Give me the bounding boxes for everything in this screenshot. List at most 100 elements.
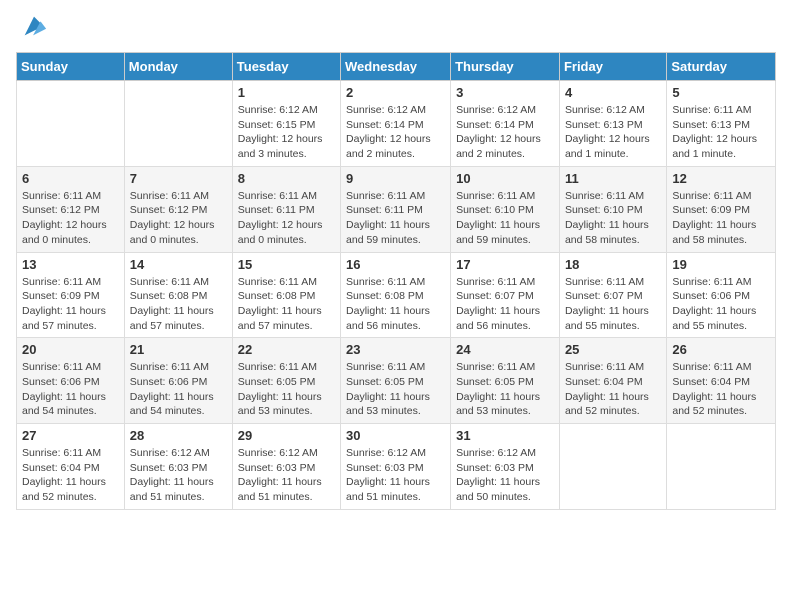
calendar-week-row: 27 Sunrise: 6:11 AMSunset: 6:04 PMDayligh… (17, 424, 776, 510)
calendar-cell (667, 424, 776, 510)
calendar-cell: 11 Sunrise: 6:11 AMSunset: 6:10 PMDayligh… (559, 166, 666, 252)
day-info: Sunrise: 6:11 AMSunset: 6:05 PMDaylight:… (456, 360, 554, 419)
day-info: Sunrise: 6:11 AMSunset: 6:04 PMDaylight:… (565, 360, 661, 419)
calendar-cell: 9 Sunrise: 6:11 AMSunset: 6:11 PMDaylight… (341, 166, 451, 252)
day-info: Sunrise: 6:11 AMSunset: 6:11 PMDaylight:… (346, 189, 445, 248)
header-sunday: Sunday (17, 53, 125, 81)
day-number: 11 (565, 171, 661, 186)
day-info: Sunrise: 6:11 AMSunset: 6:10 PMDaylight:… (456, 189, 554, 248)
day-info: Sunrise: 6:12 AMSunset: 6:14 PMDaylight:… (346, 103, 445, 162)
day-info: Sunrise: 6:11 AMSunset: 6:10 PMDaylight:… (565, 189, 661, 248)
day-number: 20 (22, 342, 119, 357)
calendar-cell: 13 Sunrise: 6:11 AMSunset: 6:09 PMDayligh… (17, 252, 125, 338)
header-wednesday: Wednesday (341, 53, 451, 81)
day-number: 26 (672, 342, 770, 357)
day-info: Sunrise: 6:11 AMSunset: 6:07 PMDaylight:… (456, 275, 554, 334)
day-info: Sunrise: 6:11 AMSunset: 6:09 PMDaylight:… (22, 275, 119, 334)
calendar-cell: 17 Sunrise: 6:11 AMSunset: 6:07 PMDayligh… (451, 252, 560, 338)
day-number: 4 (565, 85, 661, 100)
header-saturday: Saturday (667, 53, 776, 81)
day-info: Sunrise: 6:12 AMSunset: 6:13 PMDaylight:… (565, 103, 661, 162)
day-info: Sunrise: 6:12 AMSunset: 6:03 PMDaylight:… (456, 446, 554, 505)
day-number: 2 (346, 85, 445, 100)
calendar-cell: 20Sunrise: 6:11 AMSunset: 6:06 PMDayligh… (17, 338, 125, 424)
day-number: 30 (346, 428, 445, 443)
calendar-cell: 15 Sunrise: 6:11 AMSunset: 6:08 PMDayligh… (232, 252, 340, 338)
day-info: Sunrise: 6:11 AMSunset: 6:06 PMDaylight:… (130, 360, 227, 419)
day-info: Sunrise: 6:11 AMSunset: 6:11 PMDaylight:… (238, 189, 335, 248)
calendar-week-row: 20 Sunrise: 6:11 AMSunset: 6:06 PMDayligh… (17, 338, 776, 424)
day-number: 27 (22, 428, 119, 443)
calendar-cell: 29 Sunrise: 6:12 AMSunset: 6:03 PMDayligh… (232, 424, 340, 510)
calendar-cell: 3Sunrise: 6:12 AMSunset: 6:14 PMDaylight… (451, 81, 560, 167)
day-info: Sunrise: 6:12 AMSunset: 6:15 PMDaylight:… (238, 103, 335, 162)
day-info: Sunrise: 6:12 AMSunset: 6:03 PMDaylight:… (130, 446, 227, 505)
header-thursday: Thursday (451, 53, 560, 81)
day-number: 1 (238, 85, 335, 100)
calendar-table: SundayMondayTuesdayWednesdayThursdayFrid… (16, 52, 776, 510)
logo-icon (20, 12, 48, 40)
calendar-cell: 22 Sunrise: 6:11 AMSunset: 6:05 PMDayligh… (232, 338, 340, 424)
day-info: Sunrise: 6:12 AMSunset: 6:03 PMDaylight:… (346, 446, 445, 505)
calendar-week-row: 6Sunrise: 6:11 AMSunset: 6:12 PMDaylight… (17, 166, 776, 252)
day-number: 29 (238, 428, 335, 443)
day-number: 23 (346, 342, 445, 357)
day-number: 28 (130, 428, 227, 443)
day-number: 22 (238, 342, 335, 357)
day-number: 10 (456, 171, 554, 186)
calendar-cell: 30 Sunrise: 6:12 AMSunset: 6:03 PMDayligh… (341, 424, 451, 510)
day-info: Sunrise: 6:11 AMSunset: 6:06 PMDaylight:… (672, 275, 770, 334)
calendar-cell: 10 Sunrise: 6:11 AMSunset: 6:10 PMDayligh… (451, 166, 560, 252)
page-header (16, 16, 776, 40)
calendar-cell (17, 81, 125, 167)
calendar-week-row: 1 Sunrise: 6:12 AMSunset: 6:15 PMDaylight… (17, 81, 776, 167)
day-info: Sunrise: 6:11 AMSunset: 6:04 PMDaylight:… (672, 360, 770, 419)
calendar-cell: 27 Sunrise: 6:11 AMSunset: 6:04 PMDayligh… (17, 424, 125, 510)
calendar-cell: 8Sunrise: 6:11 AMSunset: 6:11 PMDaylight… (232, 166, 340, 252)
day-number: 13 (22, 257, 119, 272)
header-monday: Monday (124, 53, 232, 81)
calendar-cell: 18 Sunrise: 6:11 AMSunset: 6:07 PMDayligh… (559, 252, 666, 338)
calendar-cell: 28 Sunrise: 6:12 AMSunset: 6:03 PMDayligh… (124, 424, 232, 510)
day-number: 9 (346, 171, 445, 186)
calendar-cell: 31Sunrise: 6:12 AMSunset: 6:03 PMDayligh… (451, 424, 560, 510)
calendar-cell: 14 Sunrise: 6:11 AMSunset: 6:08 PMDayligh… (124, 252, 232, 338)
calendar-cell (124, 81, 232, 167)
calendar-cell: 16 Sunrise: 6:11 AMSunset: 6:08 PMDayligh… (341, 252, 451, 338)
day-info: Sunrise: 6:11 AMSunset: 6:04 PMDaylight:… (22, 446, 119, 505)
calendar-cell: 2 Sunrise: 6:12 AMSunset: 6:14 PMDaylight… (341, 81, 451, 167)
calendar-cell: 23Sunrise: 6:11 AMSunset: 6:05 PMDayligh… (341, 338, 451, 424)
calendar-week-row: 13 Sunrise: 6:11 AMSunset: 6:09 PMDayligh… (17, 252, 776, 338)
logo (16, 16, 48, 40)
day-info: Sunrise: 6:11 AMSunset: 6:08 PMDaylight:… (238, 275, 335, 334)
calendar-cell: 21Sunrise: 6:11 AMSunset: 6:06 PMDayligh… (124, 338, 232, 424)
calendar-cell (559, 424, 666, 510)
day-number: 16 (346, 257, 445, 272)
day-info: Sunrise: 6:11 AMSunset: 6:12 PMDaylight:… (130, 189, 227, 248)
day-info: Sunrise: 6:11 AMSunset: 6:13 PMDaylight:… (672, 103, 770, 162)
day-number: 15 (238, 257, 335, 272)
calendar-cell: 25Sunrise: 6:11 AMSunset: 6:04 PMDayligh… (559, 338, 666, 424)
day-info: Sunrise: 6:11 AMSunset: 6:12 PMDaylight:… (22, 189, 119, 248)
day-info: Sunrise: 6:11 AMSunset: 6:08 PMDaylight:… (130, 275, 227, 334)
day-info: Sunrise: 6:11 AMSunset: 6:08 PMDaylight:… (346, 275, 445, 334)
day-info: Sunrise: 6:12 AMSunset: 6:03 PMDaylight:… (238, 446, 335, 505)
day-number: 17 (456, 257, 554, 272)
calendar-cell: 24 Sunrise: 6:11 AMSunset: 6:05 PMDayligh… (451, 338, 560, 424)
day-number: 18 (565, 257, 661, 272)
calendar-cell: 5 Sunrise: 6:11 AMSunset: 6:13 PMDaylight… (667, 81, 776, 167)
day-number: 7 (130, 171, 227, 186)
day-info: Sunrise: 6:11 AMSunset: 6:09 PMDaylight:… (672, 189, 770, 248)
header-friday: Friday (559, 53, 666, 81)
calendar-cell: 7 Sunrise: 6:11 AMSunset: 6:12 PMDaylight… (124, 166, 232, 252)
day-number: 14 (130, 257, 227, 272)
day-number: 3 (456, 85, 554, 100)
day-info: Sunrise: 6:11 AMSunset: 6:05 PMDaylight:… (238, 360, 335, 419)
day-info: Sunrise: 6:11 AMSunset: 6:07 PMDaylight:… (565, 275, 661, 334)
day-number: 24 (456, 342, 554, 357)
day-number: 5 (672, 85, 770, 100)
calendar-cell: 4 Sunrise: 6:12 AMSunset: 6:13 PMDaylight… (559, 81, 666, 167)
day-number: 19 (672, 257, 770, 272)
calendar-cell: 19 Sunrise: 6:11 AMSunset: 6:06 PMDayligh… (667, 252, 776, 338)
calendar-cell: 1 Sunrise: 6:12 AMSunset: 6:15 PMDaylight… (232, 81, 340, 167)
